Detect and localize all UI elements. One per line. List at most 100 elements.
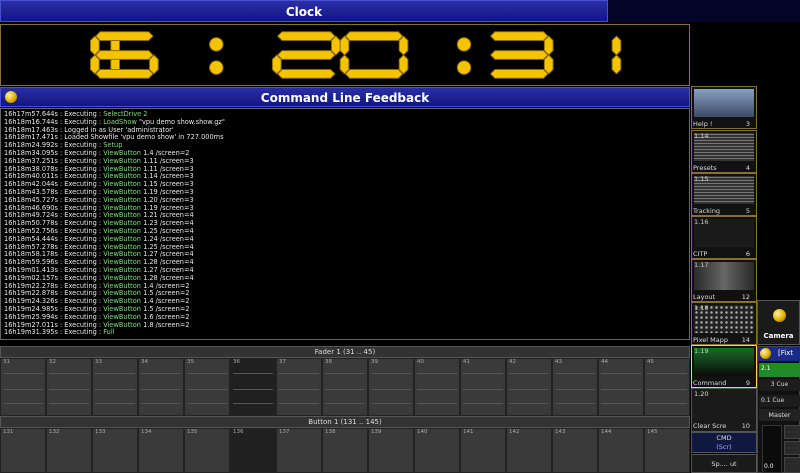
view-button-command[interactable]: 1.19 Command 9 bbox=[691, 345, 757, 388]
button-cell[interactable]: 140 bbox=[414, 428, 460, 473]
button-cell[interactable]: 142 bbox=[506, 428, 552, 473]
fixture-ball-icon bbox=[760, 348, 771, 359]
command-feedback-log[interactable]: 16h17m57.644s : Executing : SelectDrive … bbox=[0, 108, 690, 340]
feedback-args: 1.4 /screen=2 bbox=[140, 281, 190, 290]
feedback-command: ViewButton bbox=[103, 312, 141, 321]
fader-divider bbox=[417, 373, 457, 374]
feedback-time: 16h18m16.744s bbox=[4, 117, 58, 126]
feedback-text: : Loaded Showfile 'vpu demo show' in 727… bbox=[57, 133, 224, 142]
camera-button[interactable]: Camera bbox=[757, 300, 800, 345]
fader-divider bbox=[647, 403, 687, 404]
button-cell[interactable]: 145 bbox=[644, 428, 690, 473]
cue-row-1-label: 3 Cue bbox=[770, 381, 789, 388]
feedback-command: ViewButton bbox=[103, 265, 141, 274]
button-cell[interactable]: 134 bbox=[138, 428, 184, 473]
feedback-args: 1.24 /screen=4 bbox=[140, 234, 194, 243]
window-options-ball-icon[interactable] bbox=[5, 91, 17, 103]
fader-divider bbox=[509, 403, 549, 404]
fader-cell[interactable]: 45 bbox=[644, 358, 690, 416]
feedback-time: 16h18m37.251s bbox=[4, 156, 58, 165]
fader-number: 45 bbox=[647, 359, 654, 365]
view-button-presets[interactable]: 1.14 Presets 4 bbox=[691, 130, 757, 173]
view-button-id: 1.16 bbox=[694, 218, 709, 226]
cmd-label: CMD bbox=[716, 434, 732, 442]
button-cell[interactable]: 137 bbox=[276, 428, 322, 473]
fader-cell[interactable]: 43 bbox=[552, 358, 598, 416]
button-cell[interactable]: 138 bbox=[322, 428, 368, 473]
master-label-box: Master bbox=[759, 409, 800, 421]
fader-cell[interactable]: 38 bbox=[322, 358, 368, 416]
fader-cell[interactable]: 31 bbox=[0, 358, 46, 416]
clock-colon-1-dot-0 bbox=[456, 37, 472, 52]
segment-f bbox=[339, 35, 350, 56]
feedback-args: 1.20 /screen=3 bbox=[140, 195, 194, 204]
feedback-args: 1.4 /screen=2 bbox=[140, 148, 190, 157]
fader-cell[interactable]: 33 bbox=[92, 358, 138, 416]
fader-divider bbox=[3, 403, 43, 404]
segment-b bbox=[398, 35, 409, 56]
fader-cell[interactable]: 42 bbox=[506, 358, 552, 416]
fader-number: 35 bbox=[187, 359, 194, 365]
master-fader[interactable]: 0.0 bbox=[762, 425, 782, 473]
feedback-args: 1.4 /screen=2 bbox=[140, 297, 190, 306]
master-button-1[interactable] bbox=[784, 425, 800, 439]
feedback-text: : Executing : bbox=[57, 203, 104, 212]
fader-number: 43 bbox=[555, 359, 562, 365]
feedback-text: : Executing : bbox=[57, 234, 104, 243]
view-button-citp[interactable]: 1.16 CITP 6 bbox=[691, 216, 757, 259]
button-number: 131 bbox=[3, 429, 14, 435]
view-button-number: 6 bbox=[745, 250, 750, 258]
feedback-title: Command Line Feedback bbox=[260, 91, 430, 105]
view-button-help-[interactable]: Help ! 3 bbox=[691, 86, 757, 129]
master-button-3[interactable] bbox=[784, 457, 800, 473]
button-cell[interactable]: 144 bbox=[598, 428, 644, 473]
fader-cell[interactable]: 39 bbox=[368, 358, 414, 416]
view-button-tracking[interactable]: 1.15 Tracking 5 bbox=[691, 173, 757, 216]
feedback-command: ViewButton bbox=[103, 172, 141, 181]
button-cell[interactable]: 133 bbox=[92, 428, 138, 473]
fixture-tab-label: [Fixt bbox=[778, 349, 794, 357]
button-cell[interactable]: 139 bbox=[368, 428, 414, 473]
master-value: 0.0 bbox=[764, 463, 774, 470]
segment-g bbox=[276, 50, 336, 60]
button-cell[interactable]: 135 bbox=[184, 428, 230, 473]
button-cell[interactable]: 143 bbox=[552, 428, 598, 473]
feedback-time: 16h18m57.278s bbox=[4, 242, 58, 251]
fader-cell[interactable]: 35 bbox=[184, 358, 230, 416]
feedback-args: 1.25 /screen=4 bbox=[140, 226, 194, 235]
feedback-time: 16h18m46.690s bbox=[4, 203, 58, 212]
cmd-screen-button[interactable]: CMD (Scr) bbox=[691, 432, 757, 453]
fader-cell[interactable]: 37 bbox=[276, 358, 322, 416]
feedback-time: 16h19m02.157s bbox=[4, 273, 58, 282]
feedback-time: 16h18m49.724s bbox=[4, 211, 58, 220]
fixture-tab[interactable]: [Fixt bbox=[758, 347, 800, 361]
button-cell[interactable]: 141 bbox=[460, 428, 506, 473]
fader-cell[interactable]: 44 bbox=[598, 358, 644, 416]
spout-button[interactable]: Sp.... ut bbox=[691, 454, 757, 473]
fixture-panel: [Fixt 2.1 3 Cue 0.1 Cue Master 0.0 bbox=[757, 346, 800, 473]
view-button-layout[interactable]: 1.17 Layout 12 bbox=[691, 259, 757, 302]
fader-cell[interactable]: 36 bbox=[230, 358, 276, 416]
fader-number: 39 bbox=[371, 359, 378, 365]
feedback-text: : Executing : bbox=[57, 187, 104, 196]
master-button-2[interactable] bbox=[784, 441, 800, 455]
fader-cell[interactable]: 40 bbox=[414, 358, 460, 416]
fader-cell[interactable]: 41 bbox=[460, 358, 506, 416]
button-cell[interactable]: 132 bbox=[46, 428, 92, 473]
view-button-pixel-mapp[interactable]: 1.18 Pixel Mapp 14 bbox=[691, 302, 757, 345]
button-number: 138 bbox=[325, 429, 336, 435]
view-thumbnail bbox=[694, 89, 754, 117]
button-cell[interactable]: 131 bbox=[0, 428, 46, 473]
fader-cell[interactable]: 32 bbox=[46, 358, 92, 416]
feedback-time: 16h18m34.095s bbox=[4, 148, 58, 157]
segment-g bbox=[95, 50, 154, 60]
feedback-text: : Executing : bbox=[57, 328, 104, 337]
feedback-command: LoadShow bbox=[103, 117, 137, 126]
feedback-args: 1.19 /screen=3 bbox=[140, 203, 194, 212]
feedback-text: : Executing : bbox=[57, 273, 104, 282]
feedback-text: : Executing : bbox=[57, 172, 104, 181]
fader-cell[interactable]: 34 bbox=[138, 358, 184, 416]
button-cell[interactable]: 136 bbox=[230, 428, 276, 473]
view-button-1-20[interactable]: 1.20 Clear Scre 10 bbox=[691, 388, 757, 432]
feedback-text: : Executing : bbox=[57, 141, 104, 150]
